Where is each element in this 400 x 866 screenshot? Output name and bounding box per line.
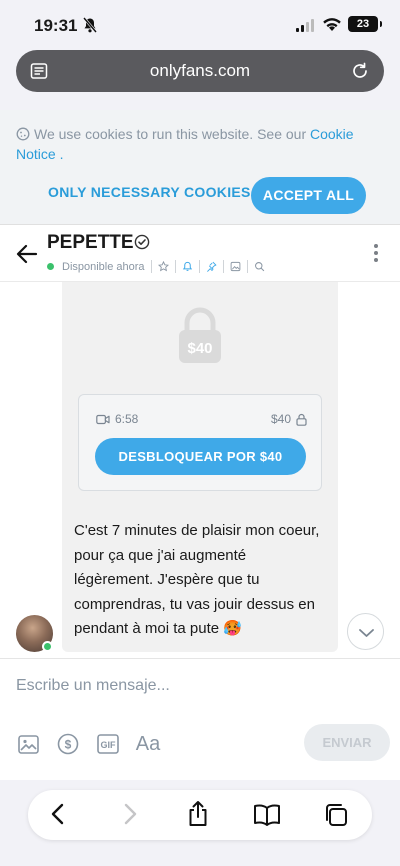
star-icon[interactable]	[157, 261, 169, 272]
send-button[interactable]: ENVIAR	[304, 724, 390, 761]
cookie-icon	[16, 127, 30, 141]
address-bar[interactable]: onlyfans.com	[16, 50, 384, 92]
svg-text:$: $	[65, 738, 72, 752]
video-camera-icon	[96, 414, 110, 424]
gif-label: GIF	[101, 740, 117, 750]
message-text: C'est 7 minutes de plaisir mon coeur, po…	[62, 508, 338, 652]
cellular-signal-icon	[296, 19, 314, 32]
scroll-down-button[interactable]	[347, 613, 384, 650]
composer-toolbar: $ GIF Aa	[17, 733, 160, 755]
cookie-message-text: We use cookies to run this website. See …	[34, 126, 307, 142]
paid-media-card: 6:58 $40 DESBLOQUEAR POR $40	[78, 394, 322, 491]
more-options-icon[interactable]	[374, 244, 378, 262]
contact-name[interactable]: PEPETTE	[47, 232, 134, 254]
video-duration: 6:58	[96, 412, 138, 426]
gif-icon[interactable]: GIF	[97, 733, 119, 755]
only-necessary-cookies-button[interactable]: ONLY NECESSARY COOKIES	[48, 184, 251, 200]
unlock-button[interactable]: DESBLOQUEAR POR $40	[95, 438, 306, 475]
chevron-down-icon	[359, 629, 374, 637]
cookie-link-suffix: .	[59, 146, 64, 162]
price-tip-icon[interactable]: $	[57, 733, 79, 755]
gallery-icon[interactable]	[230, 261, 241, 272]
media-price: $40	[271, 412, 307, 426]
cookie-banner: We use cookies to run this website. See …	[0, 110, 400, 225]
back-chevron-icon[interactable]	[50, 803, 66, 825]
browser-toolbar	[0, 780, 400, 866]
bookmarks-icon[interactable]	[253, 804, 281, 826]
search-icon[interactable]	[254, 261, 265, 272]
duration-text: 6:58	[115, 412, 139, 426]
bell-off-icon	[83, 17, 97, 33]
verified-badge-icon	[134, 234, 150, 250]
avatar-online-indicator	[42, 641, 53, 652]
browser-chrome: onlyfans.com	[0, 50, 400, 110]
browser-toolbar-pill	[28, 790, 372, 840]
back-arrow-icon[interactable]	[16, 244, 38, 264]
wifi-icon	[323, 18, 341, 31]
forward-chevron-icon[interactable]	[122, 803, 138, 825]
battery-indicator: 23	[348, 16, 382, 32]
chat-messages: $40 6:58 $40 DESBLOQUEAR POR $40 C'est 7…	[0, 282, 400, 658]
status-bar: 19:31 23	[0, 0, 400, 50]
message-input[interactable]	[16, 677, 346, 695]
locked-media-message: $40 6:58 $40 DESBLOQUEAR POR $40	[62, 282, 338, 508]
chat-header: PEPETTE Disponible ahora	[0, 226, 400, 282]
pin-icon[interactable]	[206, 261, 217, 272]
small-lock-icon	[296, 413, 307, 426]
reload-icon[interactable]	[350, 61, 370, 81]
price-text: $40	[270, 412, 291, 426]
tabs-icon[interactable]	[323, 802, 349, 828]
url-text: onlyfans.com	[149, 61, 251, 80]
bell-icon[interactable]	[182, 261, 193, 272]
accept-all-cookies-button[interactable]: ACCEPT ALL	[251, 177, 366, 214]
chat-subheader: Disponible ahora	[47, 260, 265, 273]
lock-icon: $40	[179, 307, 221, 363]
text-format-icon[interactable]: Aa	[136, 733, 160, 755]
lock-price-label: $40	[187, 340, 212, 357]
image-upload-icon[interactable]	[17, 733, 39, 755]
share-icon[interactable]	[187, 800, 209, 828]
status-time: 19:31	[34, 16, 78, 35]
message-composer: $ GIF Aa ENVIAR	[0, 658, 400, 780]
availability-status: Disponible ahora	[62, 260, 145, 273]
cookie-message: We use cookies to run this website. See …	[16, 124, 376, 164]
online-indicator	[47, 263, 54, 270]
